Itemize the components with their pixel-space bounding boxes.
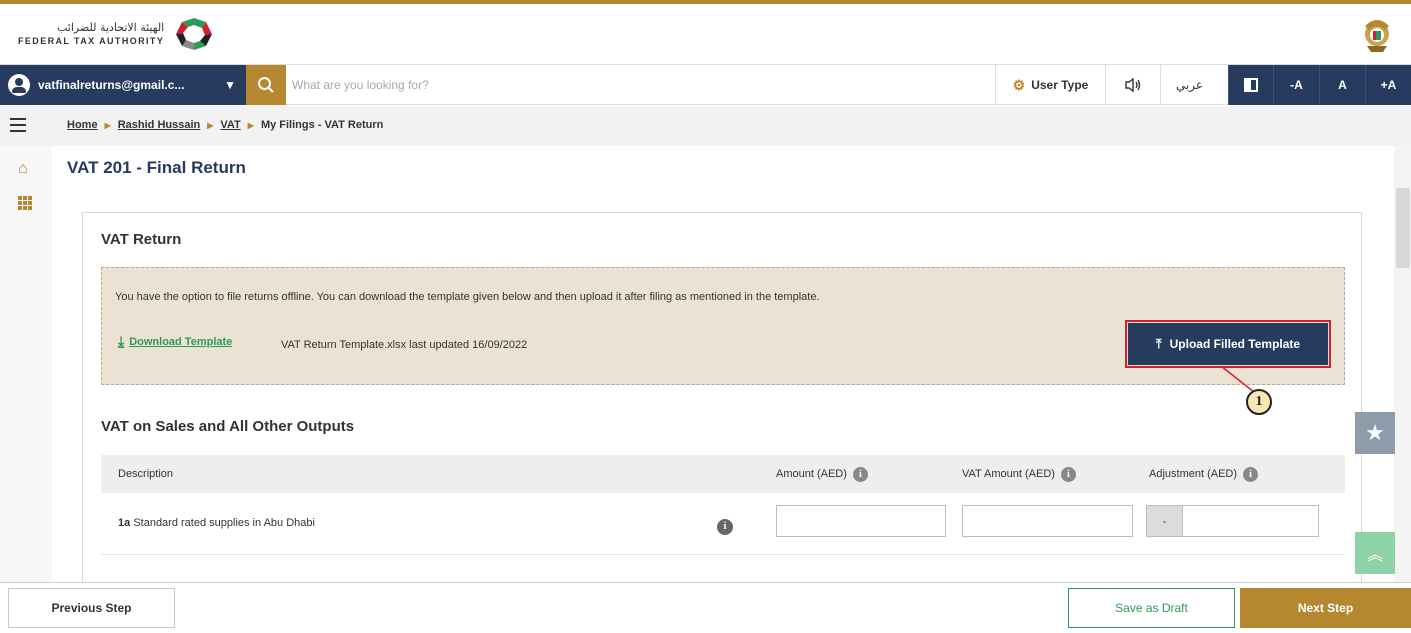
row-description: Standard rated supplies in Abu Dhabi	[133, 517, 315, 529]
speaker-icon	[1125, 77, 1141, 93]
download-icon: ⤓	[118, 333, 125, 349]
previous-step-button[interactable]: Previous Step	[8, 588, 175, 628]
save-as-draft-button[interactable]: Save as Draft	[1068, 588, 1235, 628]
double-chevron-up-icon: ︽	[1366, 547, 1383, 564]
user-email: vatfinalreturns@gmail.c...	[38, 78, 185, 92]
table-header: Description Amount (AED) i VAT Amount (A…	[101, 455, 1345, 493]
user-type-button[interactable]: ⚙ User Type	[995, 65, 1105, 105]
info-icon[interactable]: i	[852, 466, 868, 482]
breadcrumb-separator-icon: ▶	[104, 120, 111, 130]
top-toolbar: vatfinalreturns@gmail.c... ▼ ⚙ User Type…	[0, 64, 1411, 105]
upload-icon: ⤒	[1155, 336, 1162, 351]
user-type-label: User Type	[1031, 78, 1089, 92]
contrast-toggle-button[interactable]	[1228, 65, 1273, 105]
breadcrumb-bar: Home ▶ Rashid Hussain ▶ VAT ▶ My Filings…	[0, 106, 1411, 146]
search-button[interactable]	[246, 65, 286, 105]
download-template-link[interactable]: ⤓ Download Template	[118, 333, 232, 350]
logo-english-text: FEDERAL TAX AUTHORITY	[18, 36, 165, 46]
search-input[interactable]	[292, 71, 982, 99]
uae-emblem-icon	[1365, 20, 1389, 52]
amount-input[interactable]	[776, 505, 946, 537]
offline-filing-notice: You have the option to file returns offl…	[101, 267, 1345, 385]
vat-sales-table: Description Amount (AED) i VAT Amount (A…	[101, 455, 1345, 555]
adjustment-field[interactable]: -	[1146, 505, 1319, 537]
card-title: VAT Return	[101, 231, 182, 248]
gear-icon: ⚙	[1012, 76, 1026, 93]
speaker-button[interactable]	[1105, 65, 1160, 105]
callout-number-badge: 1	[1246, 389, 1272, 415]
column-header-amount: Amount (AED) i	[776, 455, 868, 493]
scroll-to-top-button[interactable]: ︽	[1355, 532, 1395, 574]
breadcrumb-current: My Filings - VAT Return	[260, 119, 384, 131]
home-icon[interactable]: ⌂	[18, 160, 28, 178]
page-title: VAT 201 - Final Return	[67, 158, 246, 177]
offline-filing-text: You have the option to file returns offl…	[115, 291, 820, 303]
user-account-menu[interactable]: vatfinalreturns@gmail.c... ▼	[0, 65, 246, 105]
fta-logo-mark-icon	[176, 18, 213, 50]
next-step-button[interactable]: Next Step	[1240, 588, 1411, 628]
breadcrumb-home-link[interactable]: Home	[67, 119, 98, 131]
left-side-rail: ⌂	[0, 146, 52, 582]
user-avatar-icon	[8, 74, 30, 96]
site-header: الهيئة الاتحادية للضرائب FEDERAL TAX AUT…	[0, 4, 1411, 64]
upload-button-label: Upload Filled Template	[1169, 337, 1301, 351]
breadcrumb-user-link[interactable]: Rashid Hussain	[118, 119, 201, 131]
hamburger-menu-icon[interactable]	[10, 118, 26, 132]
favorite-star-button[interactable]: ★	[1355, 412, 1395, 454]
adjustment-sign-toggle[interactable]: -	[1147, 506, 1183, 536]
info-icon[interactable]: i	[1243, 466, 1259, 482]
sales-section-title: VAT on Sales and All Other Outputs	[101, 418, 355, 435]
language-toggle-arabic[interactable]: عربي	[1160, 65, 1218, 105]
fta-logo[interactable]: الهيئة الاتحادية للضرائب FEDERAL TAX AUT…	[18, 14, 216, 54]
wizard-footer: Previous Step Save as Draft Next Step	[0, 582, 1411, 633]
breadcrumb-vat-link[interactable]: VAT	[220, 119, 240, 131]
vat-amount-input[interactable]	[962, 505, 1133, 537]
scrollbar-thumb[interactable]	[1396, 188, 1410, 268]
column-header-adjustment: Adjustment (AED) i	[1149, 455, 1259, 493]
chevron-down-icon: ▼	[224, 78, 236, 92]
row-code: 1a	[118, 517, 131, 529]
breadcrumb-separator-icon: ▶	[207, 120, 214, 130]
breadcrumb: Home ▶ Rashid Hussain ▶ VAT ▶ My Filings…	[67, 119, 383, 131]
table-row: 1a Standard rated supplies in Abu Dhabi …	[101, 493, 1345, 555]
vat-return-card: VAT Return You have the option to file r…	[82, 212, 1362, 592]
font-decrease-button[interactable]: -A	[1273, 65, 1319, 105]
star-icon: ★	[1365, 420, 1385, 445]
font-normal-button[interactable]: A	[1319, 65, 1365, 105]
download-template-label: Download Template	[129, 335, 233, 348]
logo-text: الهيئة الاتحادية للضرائب FEDERAL TAX AUT…	[18, 21, 164, 47]
font-increase-button[interactable]: +A	[1365, 65, 1411, 105]
logo-arabic-text: الهيئة الاتحادية للضرائب	[57, 21, 165, 34]
info-icon[interactable]: i	[1060, 466, 1076, 482]
column-header-description: Description	[118, 468, 174, 480]
breadcrumb-separator-icon: ▶	[247, 120, 254, 130]
info-icon: i	[717, 518, 733, 535]
upload-filled-template-button[interactable]: ⤒ Upload Filled Template	[1125, 320, 1331, 368]
row-info-button[interactable]: i	[711, 516, 733, 535]
column-header-vat-amount: VAT Amount (AED) i	[962, 455, 1076, 493]
row-label: 1a Standard rated supplies in Abu Dhabi	[118, 517, 315, 529]
apps-grid-icon[interactable]	[18, 196, 32, 210]
contrast-icon	[1244, 78, 1258, 92]
search-icon	[258, 77, 274, 93]
template-info-text: VAT Return Template.xlsx last updated 16…	[281, 339, 528, 351]
